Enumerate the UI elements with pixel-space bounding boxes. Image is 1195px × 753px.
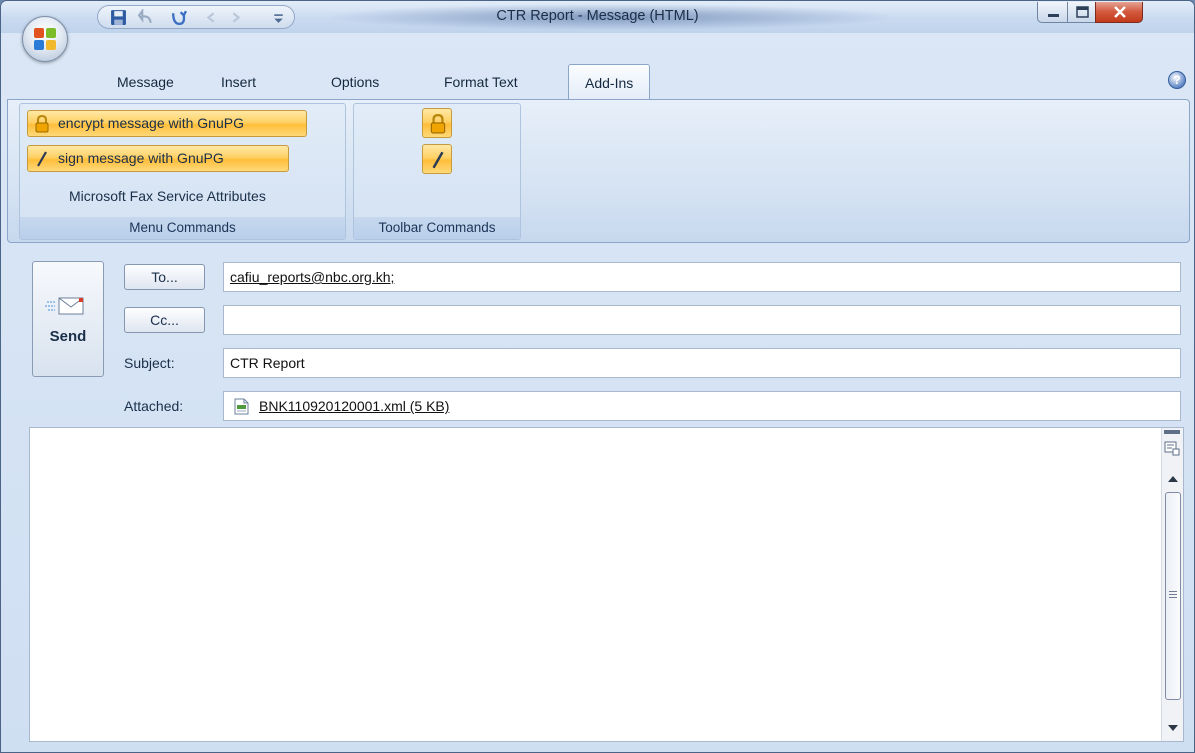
tab-message[interactable]: Message [117,74,174,90]
forward-arrow-icon[interactable] [228,9,245,26]
minimize-button[interactable] [1037,2,1068,23]
scroll-up-icon[interactable] [1167,475,1179,483]
sign-message-button[interactable]: sign message with GnuPG [27,145,289,172]
minimize-icon [1048,14,1059,17]
quick-access-toolbar [97,5,295,29]
save-icon[interactable] [110,9,127,26]
customize-qat-icon[interactable] [270,9,287,26]
subject-label: Subject: [124,355,175,371]
scrollbar-thumb[interactable] [1165,492,1181,700]
to-recipient[interactable]: cafiu_reports@nbc.org.kh; [230,269,394,285]
pen-icon [432,151,444,169]
to-button[interactable]: To... [124,264,205,290]
maximize-button[interactable] [1067,2,1096,23]
tab-options[interactable]: Options [331,74,379,90]
fax-service-attributes[interactable]: Microsoft Fax Service Attributes [69,188,266,204]
undo-icon[interactable] [138,9,155,26]
toolbar-sign-button[interactable] [422,144,452,174]
send-envelope-icon [45,297,84,315]
tab-add-ins[interactable]: Add-Ins [568,64,651,100]
lock-icon [35,115,49,133]
redo-icon[interactable] [170,9,187,26]
encrypt-message-button[interactable]: encrypt message with GnuPG [27,110,307,137]
tab-format-text[interactable]: Format Text [444,74,518,90]
ribbon-tab-strip: Message Insert Options Format Text Add-I… [1,64,1194,100]
send-label: Send [49,328,87,345]
close-icon [1114,6,1126,18]
group-label-menu-commands: Menu Commands [20,217,345,239]
toolbar-encrypt-button[interactable] [422,108,452,138]
group-toolbar-commands: Toolbar Commands [353,103,521,240]
attachments-field[interactable]: BNK110920120001.xml (5 KB) [223,391,1181,421]
view-ruler-icon[interactable] [1164,440,1180,456]
subject-field[interactable]: CTR Report [223,348,1181,378]
title-bar[interactable]: CTR Report - Message (HTML) [1,1,1194,33]
ribbon-panel: encrypt message with GnuPG sign message … [7,99,1190,243]
office-logo-icon [34,28,56,50]
sign-message-label: sign message with GnuPG [58,150,224,166]
pen-icon [37,151,47,167]
message-body-editor[interactable] [29,427,1184,742]
office-button[interactable] [22,16,68,62]
message-window: CTR Report - Message (HTML) Message Inse… [0,0,1195,753]
to-field[interactable]: cafiu_reports@nbc.org.kh; [223,262,1181,292]
send-button[interactable]: Send [32,261,104,377]
attachment-link[interactable]: BNK110920120001.xml (5 KB) [259,392,449,420]
xml-file-icon [234,398,249,415]
attached-label: Attached: [124,398,184,414]
back-arrow-icon[interactable] [202,9,219,26]
vertical-scrollbar[interactable] [1161,428,1183,741]
group-label-toolbar-commands: Toolbar Commands [354,217,520,239]
lock-icon [430,114,446,134]
tab-insert[interactable]: Insert [221,74,256,90]
scroll-down-icon[interactable] [1167,724,1179,732]
encrypt-message-label: encrypt message with GnuPG [58,115,244,131]
maximize-icon [1076,6,1089,18]
split-handle[interactable] [1164,430,1180,434]
close-button[interactable] [1095,2,1143,23]
help-icon[interactable]: ? [1168,71,1186,89]
cc-button[interactable]: Cc... [124,307,205,333]
cc-field[interactable] [223,305,1181,335]
group-menu-commands: encrypt message with GnuPG sign message … [19,103,346,240]
